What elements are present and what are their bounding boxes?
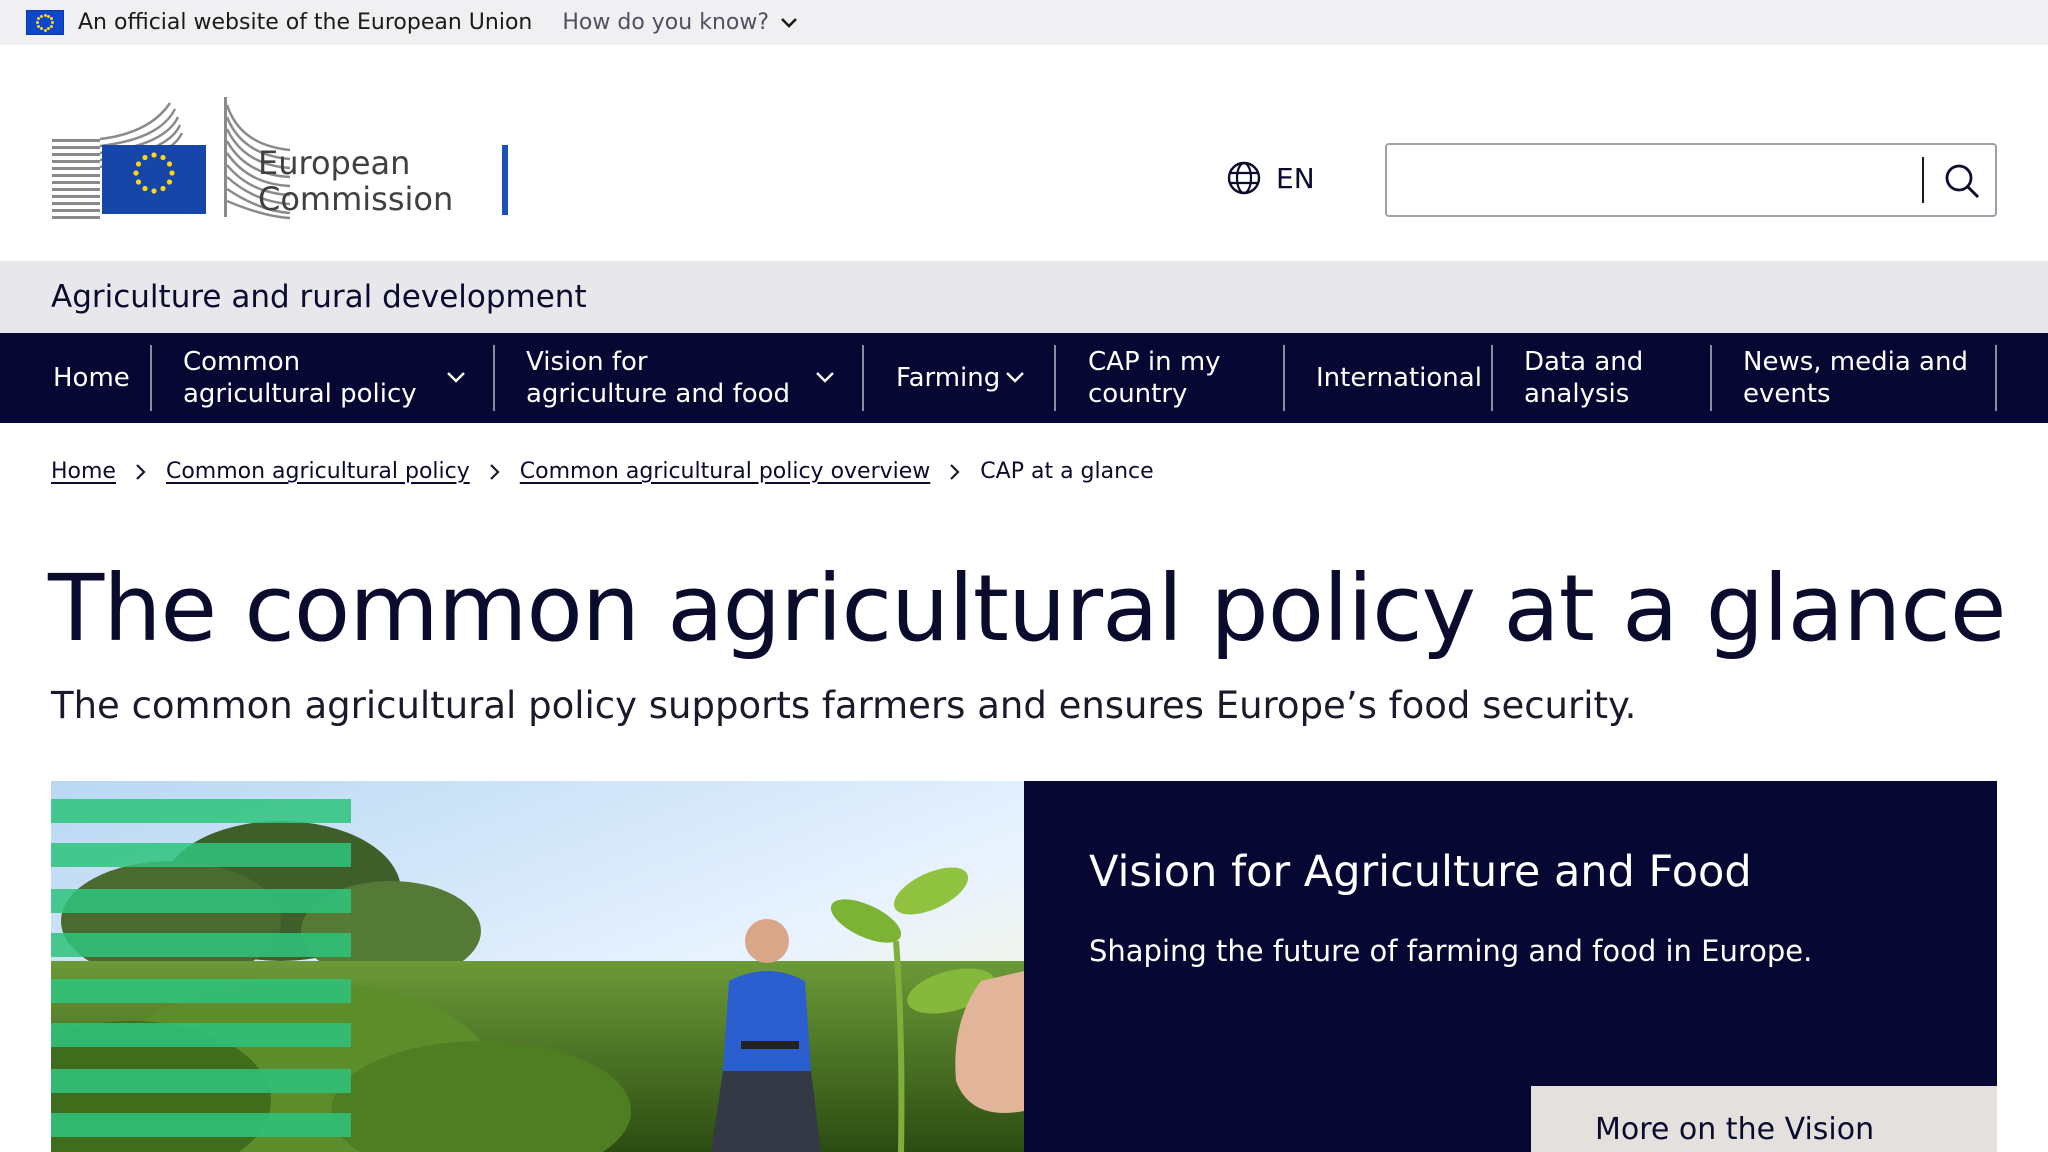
menu-separator <box>493 345 495 411</box>
menu-separator <box>862 345 864 411</box>
eu-flag-star <box>39 27 43 31</box>
site-header: European Commission EN <box>0 45 2048 261</box>
search-divider <box>1922 157 1924 203</box>
eu-flag-star <box>49 24 53 28</box>
how-do-you-know-label: How do you know? <box>562 10 770 35</box>
breadcrumb-link-home[interactable]: Home <box>51 459 116 484</box>
chevron-right-icon <box>488 462 502 482</box>
language-selector[interactable]: EN <box>1226 160 1315 196</box>
menu-item-label: News, media and events <box>1743 347 1968 409</box>
menu-separator <box>1995 345 1997 411</box>
breadcrumb: Home Common agricultural policy Common a… <box>51 459 1154 484</box>
farmer-photo <box>51 781 1024 1152</box>
chevron-down-icon[interactable] <box>1004 369 1026 385</box>
logo-line-commission: Commission <box>258 180 454 218</box>
vision-banner: Vision for Agriculture and Food Shaping … <box>51 781 1997 1152</box>
eu-official-banner: An official website of the European Unio… <box>0 0 2048 45</box>
menu-item-label: Common agricultural policy <box>183 347 417 409</box>
menu-item-vision-for-agriculture-and-food[interactable]: Vision for agriculture and food <box>526 345 836 411</box>
search-icon <box>1945 164 1980 199</box>
logo-line-european: European <box>258 144 411 182</box>
vision-panel: Vision for Agriculture and Food Shaping … <box>1024 781 1997 1152</box>
chevron-down-icon[interactable] <box>814 369 836 385</box>
menu-item-cap-in-my-country[interactable]: CAP in my country <box>1088 345 1248 411</box>
menu-item-label: CAP in my country <box>1088 347 1221 409</box>
page-title: The common agricultural policy at a glan… <box>48 555 2007 662</box>
menu-separator <box>1054 345 1056 411</box>
eu-flag-icon <box>26 10 64 35</box>
how-do-you-know-toggle[interactable]: How do you know? <box>562 10 799 35</box>
breadcrumb-current: CAP at a glance <box>980 459 1154 484</box>
breadcrumb-link-cap-overview[interactable]: Common agricultural policy overview <box>520 459 931 484</box>
chevron-right-icon <box>948 462 962 482</box>
eu-flag-star <box>37 17 40 21</box>
menu-item-international[interactable]: International <box>1316 345 1482 411</box>
language-code: EN <box>1276 161 1315 195</box>
menu-separator <box>1710 345 1712 411</box>
search-button[interactable] <box>1935 155 1989 207</box>
eu-flag-star <box>43 28 47 32</box>
eu-flag-star <box>37 24 40 28</box>
menu-item-label: Farming <box>896 363 1001 393</box>
menu-item-data-and-analysis[interactable]: Data and analysis <box>1524 345 1684 411</box>
page-subtitle: The common agricultural policy supports … <box>51 684 1637 727</box>
breadcrumb-link-common-agricultural-policy[interactable]: Common agricultural policy <box>166 459 470 484</box>
menu-separator <box>150 345 152 411</box>
menu-item-farming[interactable]: Farming <box>896 345 1031 411</box>
eu-flag-star <box>47 27 51 31</box>
eu-flag-star <box>49 17 53 21</box>
menu-item-home[interactable]: Home <box>53 345 130 411</box>
menu-item-news-media-and-events[interactable]: News, media and events <box>1743 345 1978 411</box>
menu-separator <box>1283 345 1285 411</box>
eu-flag-star <box>43 13 47 17</box>
menu-item-label: Data and analysis <box>1524 347 1644 409</box>
search-input[interactable] <box>1397 153 1897 207</box>
chevron-right-icon <box>134 462 148 482</box>
menu-item-common-agricultural-policy[interactable]: Common agricultural policy <box>183 345 468 411</box>
eu-flag-star <box>51 21 54 24</box>
logo-text: European Commission <box>258 145 453 217</box>
chevron-down-icon[interactable] <box>445 369 467 385</box>
eu-flag-star <box>39 14 43 18</box>
more-on-the-vision-label: More on the Vision <box>1595 1112 1875 1147</box>
menu-item-label: International <box>1316 363 1482 393</box>
eu-flag-star <box>36 21 39 24</box>
more-on-the-vision-button[interactable]: More on the Vision <box>1531 1086 1997 1152</box>
search-box <box>1385 143 1997 217</box>
site-name[interactable]: Agriculture and rural development <box>51 279 587 315</box>
menu-separator <box>1491 345 1493 411</box>
menu-item-label: Vision for agriculture and food <box>526 347 791 409</box>
site-name-bar: Agriculture and rural development <box>0 261 2048 333</box>
eu-official-text: An official website of the European Unio… <box>78 10 533 35</box>
vision-description: Shaping the future of farming and food i… <box>1089 934 1813 968</box>
globe-icon <box>1227 161 1261 195</box>
main-menu: Home Common agricultural policy Vision f… <box>0 333 2048 423</box>
vision-title: Vision for Agriculture and Food <box>1089 847 1752 897</box>
chevron-down-icon <box>781 17 797 28</box>
menu-item-label: Home <box>53 363 130 393</box>
logo-accent-bar <box>502 145 508 215</box>
farmer-photo-illustration <box>51 781 1024 1152</box>
